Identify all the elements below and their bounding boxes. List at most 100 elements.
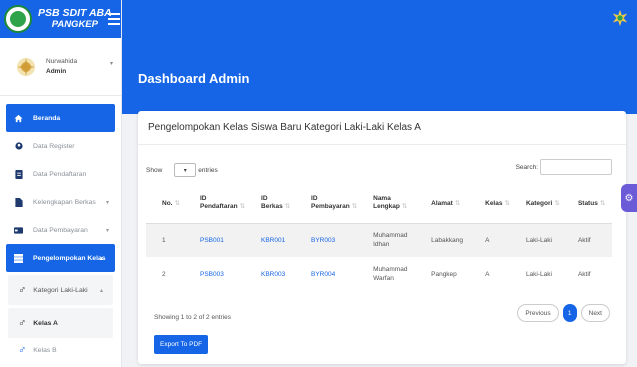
sort-icon: ⇅ — [401, 203, 408, 211]
data-table: No. ⇅ ID Pendaftaran ⇅ ID Berkas ⇅ ID Pemba… — [146, 183, 612, 291]
sidebar-item-label: Data Register — [33, 142, 75, 150]
cell-alamat: Pangkep — [431, 270, 457, 278]
search-input[interactable] — [540, 159, 612, 175]
sort-icon: ⇅ — [284, 203, 291, 211]
top-navbar — [122, 0, 637, 38]
sidebar-item-pengelompokan-kelas[interactable]: Pengelompokan Kelas ▴ — [6, 244, 115, 272]
cell-id-berkas[interactable]: KBR003 — [245, 257, 295, 291]
home-icon — [14, 114, 23, 123]
chevron-down-icon: ▾ — [183, 167, 187, 174]
column-header-status[interactable]: Status ⇅ — [561, 183, 612, 224]
card-title: Pengelompokan Kelas Siswa Baru Kategori … — [138, 111, 626, 145]
entries-length: Show ▾ entries — [146, 163, 218, 177]
column-header-kategori[interactable]: Kategori ⇅ — [509, 183, 562, 224]
brand-line2: PANGKEP — [51, 19, 98, 30]
brand-line1: PSB SDIT ABA — [38, 7, 112, 19]
entries-select[interactable]: ▾ — [174, 163, 197, 177]
male-symbol-icon: ♂ — [18, 317, 27, 329]
table-header-row: No. ⇅ ID Pendaftaran ⇅ ID Berkas ⇅ ID Pemba… — [146, 183, 612, 224]
sidebar: PSB SDIT ABA PANGKEP Nurwahida Admin ▾ B… — [0, 0, 122, 367]
brand[interactable]: PSB SDIT ABA PANGKEP — [0, 0, 121, 38]
column-header-no[interactable]: No. ⇅ — [146, 183, 184, 224]
sidebar-subitem-kelas-b[interactable]: ♂ Kelas B — [8, 341, 113, 359]
chevron-down-icon: ▾ — [105, 227, 109, 234]
settings-gear-icon[interactable]: ⚙ — [621, 184, 637, 212]
column-header-id-pembayaran[interactable]: ID Pembayaran ⇅ — [295, 183, 357, 224]
chevron-up-icon: ▴ — [99, 255, 103, 262]
sidebar-subitem-kategori-laki-laki[interactable]: ♂ Kategori Laki-Laki ▴ — [8, 275, 113, 305]
register-icon — [14, 142, 23, 151]
chevron-down-icon: ▾ — [105, 199, 109, 206]
sort-icon: ⇅ — [599, 199, 606, 207]
chevron-down-icon[interactable]: ▾ — [110, 60, 113, 67]
sidebar-item-label: Beranda — [33, 114, 61, 122]
cell-nama: Muhammad Idhan — [357, 223, 416, 257]
table-controls: Show ▾ entries Search: — [146, 159, 612, 177]
column-header-id-berkas[interactable]: ID Berkas ⇅ — [245, 183, 296, 224]
sidebar-subitem-label: Kelas B — [33, 346, 57, 354]
column-header-nama-lengkap[interactable]: Nama Lengkap ⇅ — [357, 183, 416, 224]
menu-toggle-icon[interactable] — [108, 13, 120, 28]
table-info: Showing 1 to 2 of 2 entries — [154, 314, 231, 321]
cell-no: 2 — [162, 270, 166, 278]
export-pdf-button[interactable]: Export To PDF — [154, 335, 209, 354]
grid-icon — [14, 253, 23, 263]
cell-status: Aktif — [561, 223, 612, 257]
page-title: Dashboard Admin — [138, 71, 250, 86]
pagination: Previous 1 Next — [517, 304, 610, 322]
table-search: Search: — [516, 159, 612, 175]
sort-icon: ⇅ — [454, 199, 461, 207]
cell-id-pendaftaran[interactable]: PSB001 — [184, 223, 246, 257]
cell-id-pendaftaran[interactable]: PSB003 — [184, 257, 245, 291]
sidebar-subitem-label: Kelas A — [33, 319, 58, 327]
column-header-alamat[interactable]: Alamat ⇅ — [415, 183, 470, 224]
sidebar-subitem-label: Kategori Laki-Laki — [33, 286, 88, 294]
table-row: 2 PSB003 KBR003 BYR004 Muhammad Warfan P… — [146, 257, 612, 291]
sidebar-nav: Beranda Data Register Data Pendaftaran K… — [0, 96, 121, 272]
user-panel[interactable]: Nurwahida Admin ▾ — [0, 38, 121, 96]
show-label: Show — [146, 166, 163, 174]
cell-id-pembayaran[interactable]: BYR003 — [295, 223, 358, 257]
column-header-kelas[interactable]: Kelas ⇅ — [469, 183, 510, 224]
cell-alamat: Labakkang — [415, 223, 470, 257]
next-button[interactable]: Next — [580, 304, 610, 322]
sidebar-item-label: Data Pembayaran — [33, 226, 88, 234]
payment-icon — [14, 226, 23, 235]
cell-id-pembayaran[interactable]: BYR004 — [295, 257, 357, 291]
data-card: Pengelompokan Kelas Siswa Baru Kategori … — [138, 111, 626, 364]
sidebar-item-label: Data Pendaftaran — [33, 170, 87, 178]
cell-nama: Muhammad Warfan — [373, 266, 408, 282]
chevron-up-icon: ▴ — [99, 287, 103, 294]
user-role: Admin — [46, 67, 67, 75]
cell-kategori: Laki-Laki — [509, 223, 562, 257]
cell-no: 1 — [146, 223, 184, 257]
sidebar-item-beranda[interactable]: Beranda — [6, 104, 115, 132]
page-1-button[interactable]: 1 — [562, 304, 577, 322]
male-symbol-icon: ♂ — [18, 284, 27, 296]
user-name: Nurwahida — [46, 57, 78, 65]
page-header: Dashboard Admin — [122, 38, 637, 114]
cell-id-berkas[interactable]: KBR001 — [245, 223, 296, 257]
school-emblem-icon[interactable] — [611, 9, 629, 27]
sidebar-subitem-kelas-a[interactable]: ♂ Kelas A — [8, 308, 113, 338]
sort-icon: ⇅ — [554, 199, 560, 207]
previous-button[interactable]: Previous — [517, 304, 559, 322]
cell-status: Aktif — [577, 270, 591, 278]
table-row: 1 PSB001 KBR001 BYR003 Muhammad Idhan La… — [146, 223, 612, 257]
male-symbol-icon: ♂ — [18, 344, 27, 356]
sort-icon: ⇅ — [174, 199, 180, 207]
sidebar-item-kelengkapan-berkas[interactable]: Kelengkapan Berkas ▾ — [0, 188, 121, 216]
sidebar-item-data-pembayaran[interactable]: Data Pembayaran ▾ — [0, 216, 121, 244]
search-label: Search: — [515, 163, 538, 171]
brand-name: PSB SDIT ABA PANGKEP — [38, 7, 112, 31]
file-icon — [14, 197, 23, 207]
cell-kelas: A — [485, 270, 490, 278]
sidebar-item-data-register[interactable]: Data Register — [0, 132, 121, 160]
cell-kelas: A — [469, 223, 510, 257]
document-icon — [14, 169, 23, 179]
entries-label: entries — [198, 166, 218, 174]
avatar — [17, 57, 35, 76]
column-header-id-pendaftaran[interactable]: ID Pendaftaran ⇅ — [184, 183, 245, 224]
school-logo-icon — [4, 5, 32, 33]
sidebar-item-data-pendaftaran[interactable]: Data Pendaftaran — [0, 160, 121, 188]
